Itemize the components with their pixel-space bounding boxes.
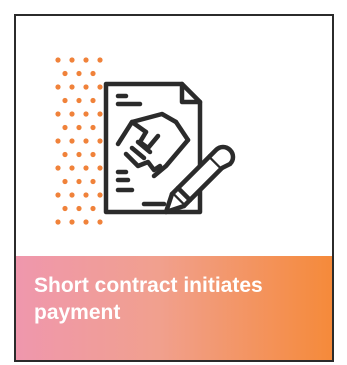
dot — [90, 124, 96, 131]
dot — [62, 178, 68, 185]
dot — [76, 124, 82, 131]
dot — [69, 219, 75, 225]
dot — [55, 57, 61, 63]
dot — [83, 165, 89, 171]
dot — [83, 192, 89, 198]
dot — [90, 178, 96, 185]
dot — [55, 138, 61, 144]
dot — [76, 205, 82, 212]
dot — [90, 70, 96, 77]
contract-card: Short contract initiates payment — [14, 14, 334, 362]
dot — [62, 205, 68, 212]
dot — [90, 151, 96, 158]
dot — [62, 70, 68, 77]
dot — [55, 192, 61, 198]
card-title: Short contract initiates payment — [34, 274, 263, 324]
dot — [83, 84, 89, 90]
dot — [69, 165, 75, 171]
dot — [55, 84, 61, 90]
dot — [76, 97, 82, 104]
dot — [62, 97, 68, 104]
dot — [76, 178, 82, 185]
dot — [62, 124, 68, 131]
dot — [97, 84, 103, 90]
illustration — [16, 16, 332, 256]
contract-illustration — [55, 57, 236, 225]
dot — [69, 57, 75, 63]
contract-handshake-pen-icon — [103, 81, 236, 215]
dot — [76, 70, 82, 77]
dot — [83, 57, 89, 63]
dot — [90, 205, 96, 212]
dot — [97, 111, 103, 117]
dot — [55, 165, 61, 171]
dot — [55, 111, 61, 117]
dot — [62, 151, 68, 158]
title-banner: Short contract initiates payment — [16, 256, 332, 360]
dot — [76, 151, 82, 158]
dot — [90, 97, 96, 104]
dot — [69, 138, 75, 144]
dot — [83, 138, 89, 144]
dot — [97, 219, 103, 225]
dot — [97, 138, 103, 144]
dot — [97, 57, 103, 63]
dot — [69, 111, 75, 117]
orange-dot-grid-icon — [55, 57, 103, 225]
dot — [97, 165, 103, 171]
dot — [55, 219, 61, 225]
dot — [69, 84, 75, 90]
dot — [83, 219, 89, 225]
dot — [83, 111, 89, 117]
dot — [97, 192, 103, 198]
dot — [69, 192, 75, 198]
